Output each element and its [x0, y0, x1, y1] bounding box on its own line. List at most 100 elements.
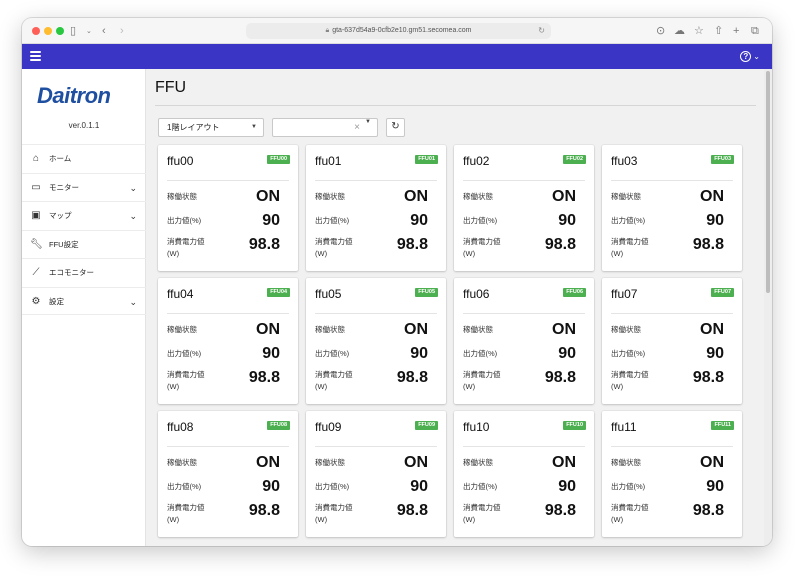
status-label: 稼働状態: [315, 325, 345, 334]
power-label: 消費電力値: [315, 503, 353, 512]
power-value: 98.8: [544, 369, 576, 386]
ffu-card[interactable]: ffu11 FFU11 稼働状態 ON 出力値(%) 90 消費電力値 (W) 98.8: [602, 411, 742, 537]
ffu-name: ffu05: [315, 287, 342, 301]
layout-select[interactable]: 1階レイアウト ▼: [158, 118, 264, 137]
status-row: 稼働状態 ON: [315, 187, 428, 211]
output-label: 出力値(%): [167, 216, 202, 225]
ffu-card[interactable]: ffu04 FFU04 稼働状態 ON 出力値(%) 90 消費電力値 (W) 98.8: [158, 278, 298, 404]
power-label: 消費電力値: [167, 503, 205, 512]
power-value: 98.8: [248, 502, 280, 519]
power-label: 消費電力値: [167, 237, 205, 246]
reload-icon[interactable]: ↻: [538, 23, 545, 39]
trend-chart-icon: ⟋: [32, 267, 40, 278]
minimize-window-button[interactable]: [44, 27, 52, 35]
sidebar-item-home[interactable]: ⌂ ホーム: [22, 144, 146, 173]
cloud-icon[interactable]: ☁: [674, 23, 685, 39]
output-value: 90: [706, 478, 724, 495]
menu-icon[interactable]: [30, 51, 41, 61]
address-text: gta-637d54a9-0cfb2e10.gm51.secomea.com: [332, 27, 472, 34]
sidebar-item-settings[interactable]: ⚙ 設定 ⌄: [22, 286, 146, 315]
tabs-overview-icon[interactable]: ⧉: [751, 23, 759, 39]
status-value: ON: [552, 321, 576, 338]
ffu-card-header: ffu10 FFU10: [454, 411, 594, 445]
ffu-card[interactable]: ffu01 FFU01 稼働状態 ON 出力値(%) 90 消費電力値 (W) 98.8: [306, 145, 446, 271]
ffu-card[interactable]: ffu06 FFU06 稼働状態 ON 出力値(%) 90 消費電力値 (W) 98.8: [454, 278, 594, 404]
output-row: 出力値(%) 90: [463, 211, 576, 235]
power-unit-label: (W): [463, 249, 476, 258]
status-label: 稼働状態: [463, 458, 493, 467]
status-value: ON: [256, 454, 280, 471]
star-icon[interactable]: ☆: [694, 23, 704, 39]
sidebar-item-map[interactable]: ▣ マップ ⌄: [22, 201, 146, 230]
sidebar-item-eco-monitor[interactable]: ⟋ エコモニター: [22, 258, 146, 287]
power-label: 消費電力値: [167, 370, 205, 379]
ffu-name: ffu00: [167, 154, 194, 168]
output-row: 出力値(%) 90: [167, 477, 280, 501]
scrollbar[interactable]: [764, 69, 772, 546]
output-label: 出力値(%): [463, 349, 498, 358]
status-value: ON: [700, 188, 724, 205]
chevron-down-icon: ⌄: [129, 182, 137, 193]
ffu-name: ffu10: [463, 420, 490, 434]
refresh-icon: ↻: [391, 121, 400, 132]
output-row: 出力値(%) 90: [167, 211, 280, 235]
power-value: 98.8: [396, 502, 428, 519]
ffu-name: ffu03: [611, 154, 638, 168]
sidebar-item-monitor[interactable]: ▭ モニター ⌄: [22, 172, 146, 202]
ffu-card[interactable]: ffu07 FFU07 稼働状態 ON 出力値(%) 90 消費電力値 (W) 98.8: [602, 278, 742, 404]
address-bar[interactable]: 🔒︎ gta-637d54a9-0cfb2e10.gm51.secomea.com…: [246, 23, 551, 39]
forward-icon[interactable]: ›: [120, 23, 124, 39]
ffu-card-header: ffu06 FFU06: [454, 278, 594, 312]
output-row: 出力値(%) 90: [463, 477, 576, 501]
ffu-card-header: ffu08 FFU08: [158, 411, 298, 445]
power-unit-label: (W): [315, 515, 328, 524]
new-tab-icon[interactable]: +: [733, 23, 739, 39]
output-label: 出力値(%): [463, 482, 498, 491]
power-label: 消費電力値: [315, 237, 353, 246]
ffu-card-header: ffu07 FFU07: [602, 278, 742, 312]
ffu-name: ffu02: [463, 154, 490, 168]
filter-select[interactable]: × ▼: [272, 118, 378, 137]
ffu-card[interactable]: ffu05 FFU05 稼働状態 ON 出力値(%) 90 消費電力値 (W) 98.8: [306, 278, 446, 404]
scrollbar-thumb[interactable]: [766, 71, 770, 293]
ffu-card[interactable]: ffu08 FFU08 稼働状態 ON 出力値(%) 90 消費電力値 (W) 98.8: [158, 411, 298, 537]
sidebar-item-ffu-settings[interactable]: 🔧︎ FFU設定: [22, 229, 146, 259]
ffu-id-badge: FFU01: [415, 155, 438, 164]
help-menu[interactable]: ? ⌄: [740, 50, 760, 63]
sidebar: Daitron ver.0.1.1 ⌂ ホーム ▭ モニター ⌄ ▣ マップ ⌄…: [22, 69, 146, 546]
chevron-down-icon[interactable]: ⌄: [86, 24, 92, 40]
ffu-card[interactable]: ffu02 FFU02 稼働状態 ON 出力値(%) 90 消費電力値 (W) 98.8: [454, 145, 594, 271]
status-label: 稼働状態: [463, 192, 493, 201]
power-unit-label: (W): [611, 249, 624, 258]
back-icon[interactable]: ‹: [102, 23, 106, 39]
refresh-button[interactable]: ↻: [386, 118, 405, 137]
status-value: ON: [552, 454, 576, 471]
close-window-button[interactable]: [32, 27, 40, 35]
output-row: 出力値(%) 90: [611, 344, 724, 368]
output-value: 90: [558, 212, 576, 229]
power-unit-label: (W): [463, 515, 476, 524]
power-value: 98.8: [396, 369, 428, 386]
ffu-card[interactable]: ffu10 FFU10 稼働状態 ON 出力値(%) 90 消費電力値 (W) 98.8: [454, 411, 594, 537]
sidebar-toggle-icon[interactable]: ▯: [70, 23, 76, 39]
ffu-card[interactable]: ffu03 FFU03 稼働状態 ON 出力値(%) 90 消費電力値 (W) 98.8: [602, 145, 742, 271]
power-value: 98.8: [692, 502, 724, 519]
ffu-card[interactable]: ffu00 FFU00 稼働状態 ON 出力値(%) 90 消費電力値 (W) 98.8: [158, 145, 298, 271]
caret-down-icon: ▼: [365, 119, 371, 125]
zoom-window-button[interactable]: [56, 27, 64, 35]
power-row: 消費電力値 (W) 98.8: [315, 368, 428, 396]
monitor-icon: ▭: [31, 181, 41, 193]
download-icon[interactable]: ⊙: [656, 23, 665, 39]
output-row: 出力値(%) 90: [463, 344, 576, 368]
clear-icon[interactable]: ×: [354, 121, 360, 134]
status-label: 稼働状態: [611, 458, 641, 467]
power-row: 消費電力値 (W) 98.8: [463, 368, 576, 396]
version-label: ver.0.1.1: [68, 121, 100, 130]
ffu-card[interactable]: ffu09 FFU09 稼働状態 ON 出力値(%) 90 消費電力値 (W) 98.8: [306, 411, 446, 537]
status-row: 稼働状態 ON: [167, 187, 280, 211]
gear-icon: ⚙: [31, 295, 41, 307]
share-icon[interactable]: ⇧: [714, 23, 723, 39]
power-value: 98.8: [396, 236, 428, 253]
sidebar-item-label: ホーム: [49, 154, 72, 163]
power-row: 消費電力値 (W) 98.8: [463, 235, 576, 263]
